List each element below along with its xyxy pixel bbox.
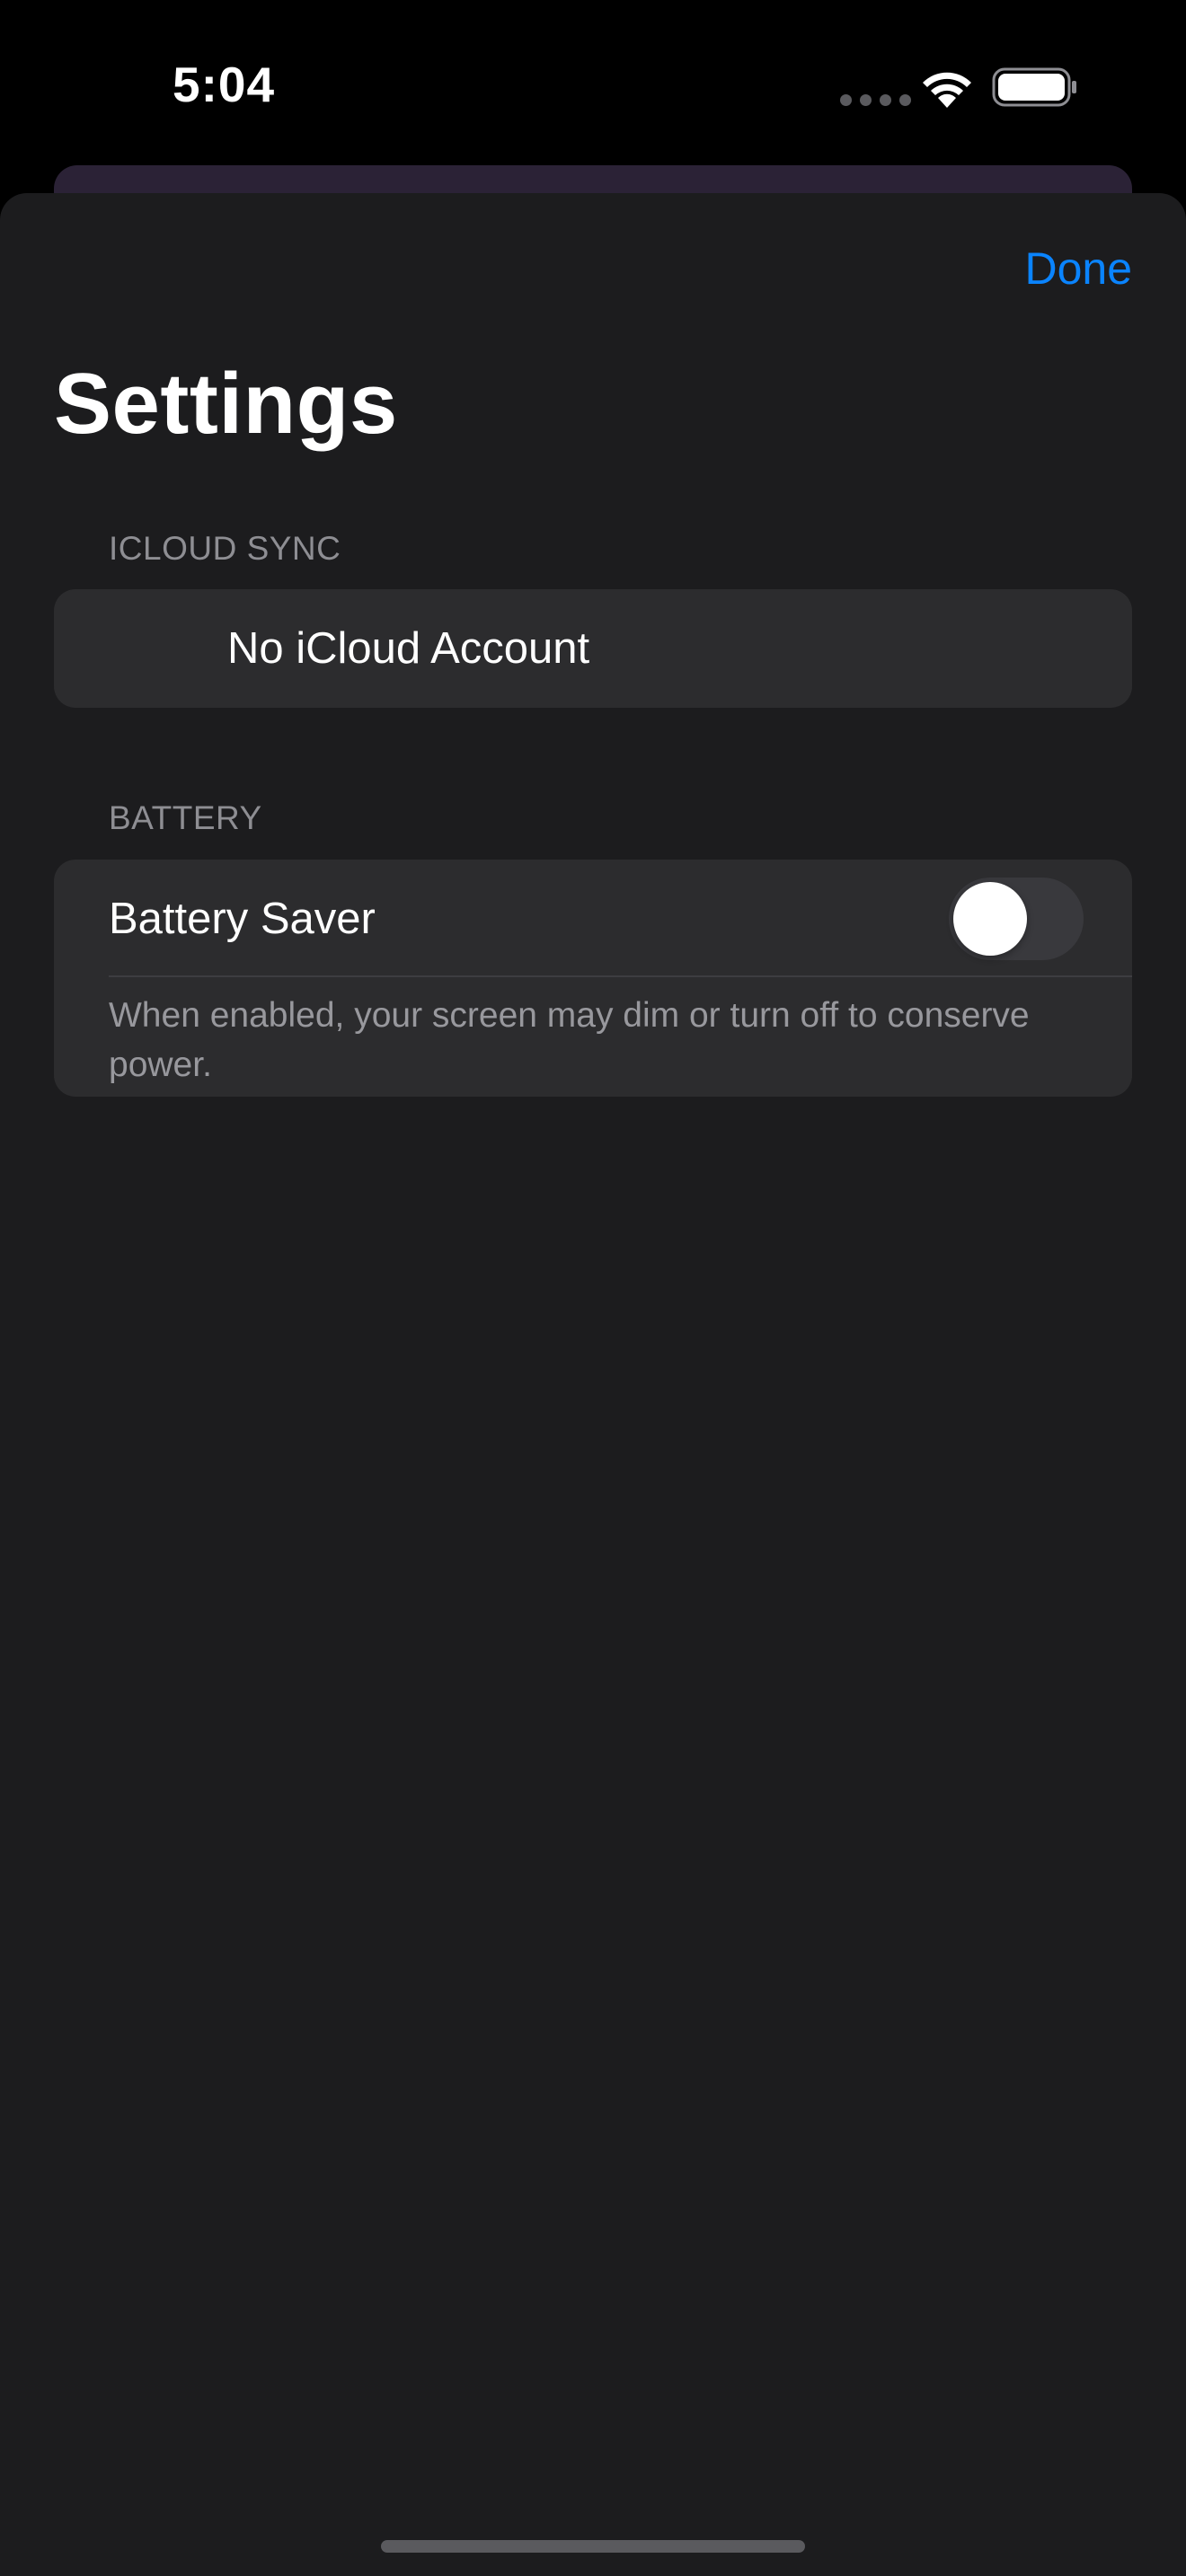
settings-sheet: Done Settings ICLOUD SYNC No iCloud Acco… <box>0 193 1186 2576</box>
settings-screen: 5:04 Done Settings ICLOUD SYNC No iCloud… <box>0 0 1186 2576</box>
section-header-battery: BATTERY <box>109 799 262 836</box>
status-bar: 5:04 <box>0 0 1186 171</box>
battery-saver-toggle[interactable] <box>949 878 1084 960</box>
done-button[interactable]: Done <box>1024 243 1132 295</box>
status-time: 5:04 <box>173 57 276 112</box>
battery-saver-label: Battery Saver <box>109 895 376 943</box>
battery-saver-row: Battery Saver <box>54 860 1132 976</box>
icloud-account-label: No iCloud Account <box>227 624 590 673</box>
wifi-icon <box>923 72 971 108</box>
battery-group: Battery Saver When enabled, your screen … <box>54 860 1132 1097</box>
icloud-account-row[interactable]: No iCloud Account <box>54 589 1132 708</box>
row-divider <box>109 975 1132 977</box>
page-title: Settings <box>54 356 398 452</box>
battery-icon <box>992 67 1076 107</box>
home-indicator[interactable] <box>381 2540 805 2553</box>
section-header-icloud-sync: ICLOUD SYNC <box>109 530 341 567</box>
icloud-group: No iCloud Account <box>54 589 1132 708</box>
battery-saver-footnote: When enabled, your screen may dim or tur… <box>109 996 1030 1084</box>
toggle-knob <box>953 882 1027 956</box>
cellular-signal-icon <box>840 94 911 106</box>
